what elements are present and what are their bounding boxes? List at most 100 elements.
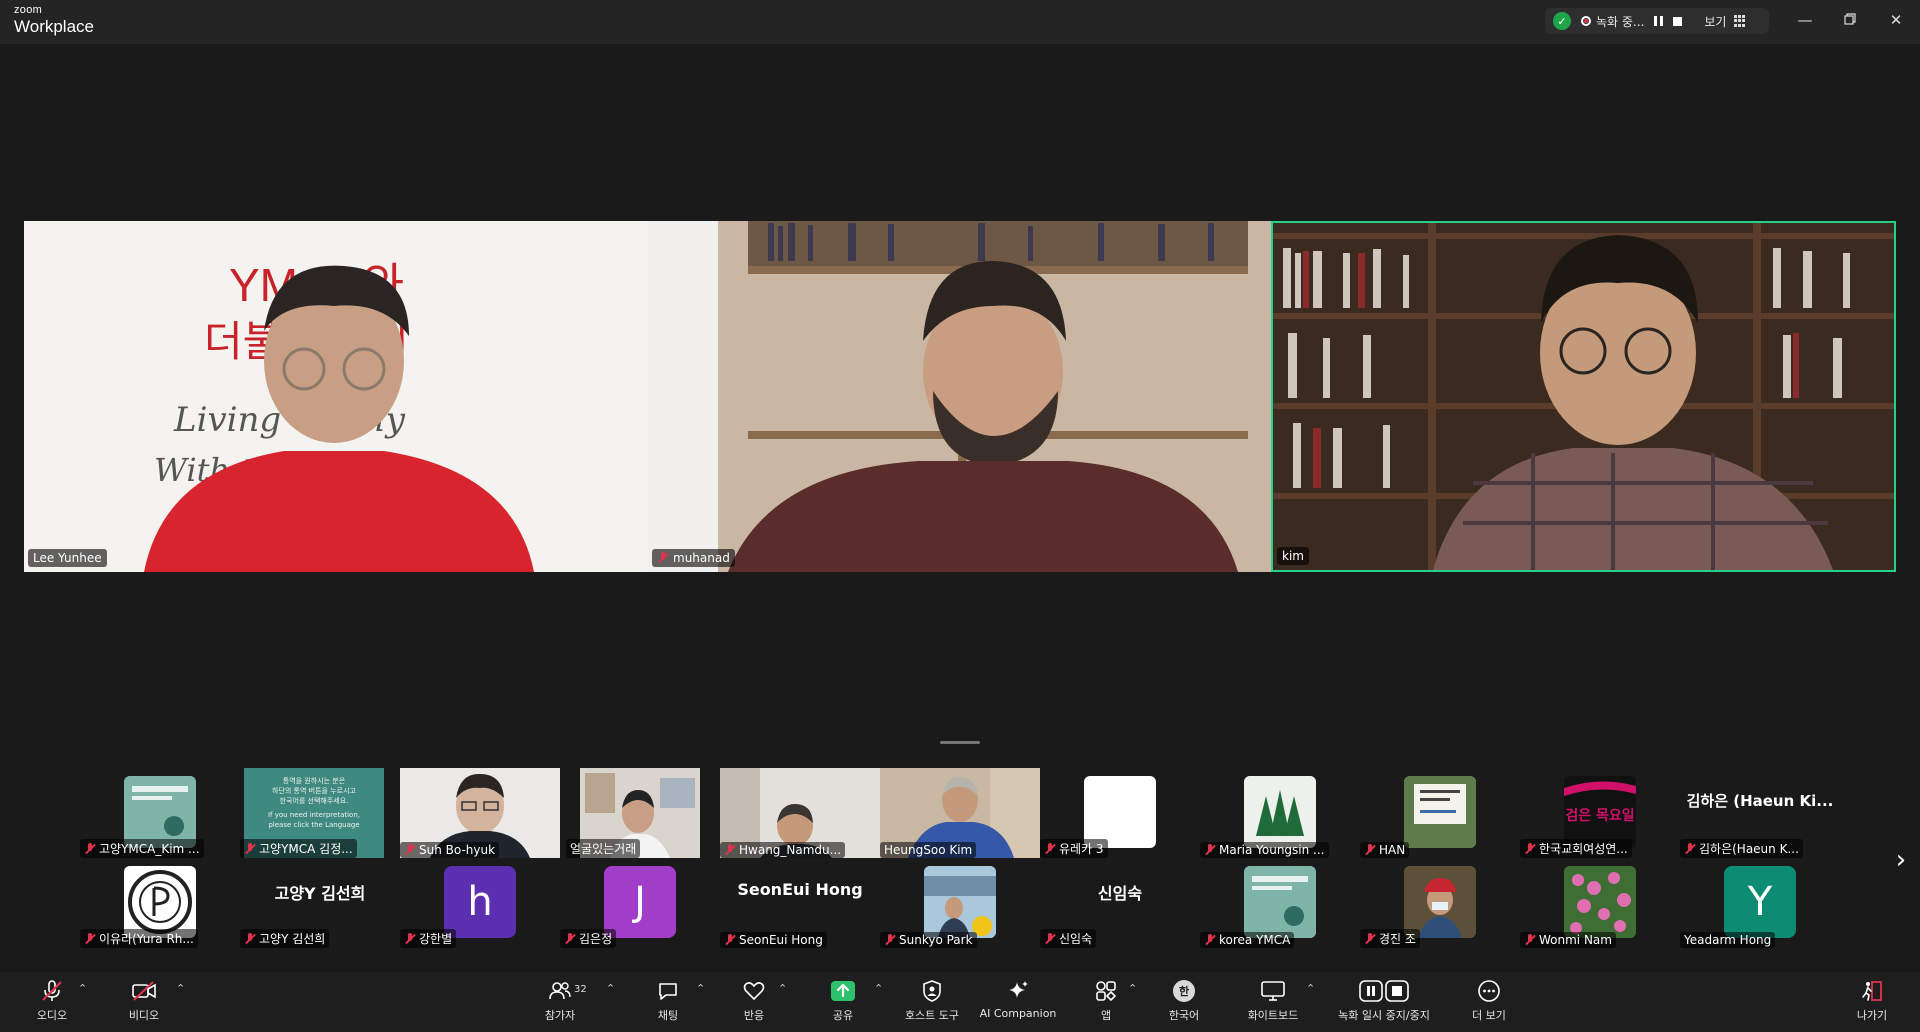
gallery-tile[interactable]: Wonmi Nam [1520,858,1680,948]
gallery-tile[interactable]: 검은 목요일 한국교회여성연... [1520,768,1680,858]
audio-options-chevron-icon[interactable]: ⌃ [78,982,87,995]
restore-icon[interactable] [1840,10,1860,30]
gallery-tile[interactable]: 유레카 3 [1040,768,1200,858]
gallery-tile[interactable]: HeungSoo Kim [880,768,1040,858]
participants-label: 참가자 [544,1009,576,1022]
participant-avatar [1404,866,1476,938]
recording-status-bar: ✓ 녹화 중... 보기 [1545,8,1769,34]
participant-avatar [124,776,196,848]
encryption-shield-icon[interactable]: ✓ [1553,12,1571,30]
apps-button[interactable]: 앱 [1092,978,1120,1028]
stop-recording-icon[interactable] [1673,16,1683,26]
chat-label: 채팅 [657,1009,679,1022]
participant-name: Lee Yunhee [33,551,102,565]
gallery-tile[interactable]: Sunkyo Park [880,858,1040,948]
mic-muted-icon [1524,934,1536,946]
mic-muted-icon [244,932,256,945]
mic-muted-icon [1364,844,1376,856]
video-feed: YMCA와 더불어 살기 Living Gently With the YMCA [24,221,648,572]
mic-muted-icon [1364,932,1376,945]
gallery-tile[interactable]: 이유라(Yura Rh... [80,858,240,948]
participant-name-label: HAN [1360,842,1410,858]
video-tile-kim-active-speaker[interactable]: kim [1271,221,1896,572]
participant-avatar [124,866,196,938]
gallery-tile[interactable]: Suh Bo-hyuk [400,768,560,858]
pause-recording-icon[interactable] [1654,16,1664,26]
audio-label: 오디오 [36,1009,68,1022]
participant-avatar: h [444,866,516,938]
reactions-options-chevron-icon[interactable]: ⌃ [778,982,787,995]
whiteboard-options-chevron-icon[interactable]: ⌃ [1306,982,1315,995]
mic-muted-icon [1524,842,1536,855]
gallery-tile[interactable]: J 김은정 [560,858,720,948]
gallery-tile[interactable]: 김하은 (Haeun Ki... 김하은(Haeun K... [1680,768,1840,858]
language-label: 한국어 [1168,1009,1200,1022]
chat-button[interactable]: 채팅 [652,978,684,1028]
gallery-tile[interactable]: 고양YMCA_Kim ... [80,768,240,858]
reactions-button[interactable]: 반응 [738,978,770,1028]
apps-options-chevron-icon[interactable]: ⌃ [1128,982,1137,995]
host-tools-button[interactable]: 호스트 도구 [898,978,966,1028]
gallery-tile[interactable]: 신임숙 신임숙 [1040,858,1200,948]
gallery-tile[interactable]: Y Yeadarm Hong [1680,858,1840,948]
grid-view-icon[interactable] [1734,15,1746,27]
participant-name-tag: kim [1277,547,1309,565]
audio-button[interactable]: 오디오 [32,978,72,1028]
host-tools-label: 호스트 도구 [904,1009,960,1022]
participant-name-label: 얼굴있는거래 [566,839,641,858]
participant-name-label: 고양YMCA_Kim ... [80,839,204,858]
gallery-tile[interactable]: HAN [1360,768,1520,858]
share-screen-icon [830,978,856,1004]
video-options-chevron-icon[interactable]: ⌃ [176,982,185,995]
gallery-resize-handle[interactable] [940,741,980,744]
mic-muted-icon [1204,844,1216,856]
gallery-tile[interactable]: h 강한별 [400,858,560,948]
whiteboard-icon [1260,978,1286,1004]
apps-label: 앱 [1100,1009,1112,1022]
gallery-tile[interactable]: 통역을 원하시는 분은 하단의 통역 버튼을 누르시고 한국어를 선택해주세요. If… [240,768,400,858]
close-icon[interactable]: ✕ [1886,10,1906,30]
language-button[interactable]: 한 한국어 [1164,978,1204,1028]
participant-avatar [1404,776,1476,848]
recording-icon [1581,16,1591,26]
gallery-tile[interactable]: korea YMCA [1200,858,1360,948]
leave-button[interactable]: 나가기 [1852,978,1892,1028]
participant-name-label: 경진 조 [1360,929,1420,948]
ai-companion-button[interactable]: AI Companion [978,978,1058,1028]
minimize-icon[interactable]: — [1795,10,1815,30]
gallery-tile[interactable]: 경진 조 [1360,858,1520,948]
gallery-tile[interactable]: Hwang_Namdu... [720,768,880,858]
apps-icon [1094,978,1118,1004]
mic-muted-icon [564,932,576,945]
recording-controls-button[interactable]: 녹화 일시 중지/중지 [1330,978,1438,1028]
chat-options-chevron-icon[interactable]: ⌃ [696,982,705,995]
video-tile-lee-yunhee[interactable]: YMCA와 더불어 살기 Living Gently With the YMCA… [24,221,648,572]
share-button[interactable]: 공유 [826,978,860,1028]
participants-options-chevron-icon[interactable]: ⌃ [606,982,615,995]
gallery-tile[interactable]: 얼굴있는거래 [566,768,700,858]
mic-muted-icon [244,842,256,855]
participant-avatar [1564,866,1636,938]
mic-muted-icon [1044,932,1056,945]
participant-name-label: HeungSoo Kim [880,842,977,858]
participant-avatar [1244,866,1316,938]
gallery-tile[interactable]: 고양Y 김선희 고양Y 김선희 [240,858,400,948]
gallery-tile[interactable]: SeonEui Hong SeonEui Hong [720,858,880,948]
participant-name-label: 신임숙 [1040,929,1097,948]
whiteboard-button[interactable]: 화이트보드 [1240,978,1306,1028]
video-feed [1273,223,1894,570]
mic-muted-icon [724,934,736,946]
leave-label: 나가기 [1856,1009,1888,1022]
view-button[interactable]: 보기 [1704,13,1726,30]
participant-name-tag: muhanad [652,549,735,567]
more-button[interactable]: 더 보기 [1466,978,1512,1028]
recording-controls-label: 녹화 일시 중지/중지 [1338,1009,1430,1022]
gallery-tile[interactable]: Maria Youngsin ... [1200,768,1360,858]
video-button[interactable]: 비디오 [124,978,164,1028]
participant-name: muhanad [673,551,730,565]
video-tile-muhanad[interactable]: muhanad [648,221,1271,572]
mic-muted-icon [724,844,736,856]
next-page-chevron-icon[interactable]: › [1890,845,1912,875]
share-options-chevron-icon[interactable]: ⌃ [874,982,883,995]
participants-icon [548,978,572,1004]
